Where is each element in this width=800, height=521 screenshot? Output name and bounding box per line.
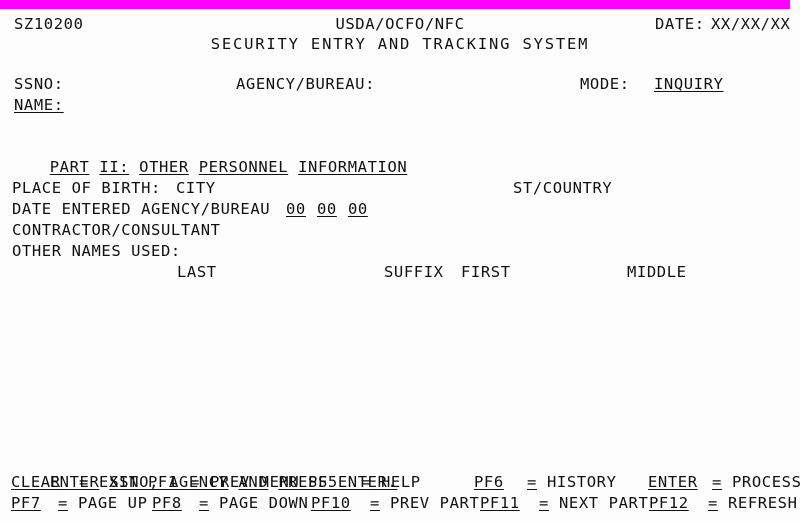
pfkey-pf12[interactable]: PF12 [649, 493, 689, 514]
pfkey-clear[interactable]: CLEAR [11, 472, 61, 493]
pfkey-pf5-action: HELP [381, 473, 421, 491]
column-header-middle: MIDDLE [627, 263, 687, 281]
date-value: XX/XX/XX [711, 15, 791, 33]
pfkey-pf12-equals: = [708, 494, 718, 512]
part-word-personnel: PERSONNEL [198, 158, 289, 176]
pfkey-enter-action: PROCESS [732, 473, 800, 491]
city-label: CITY [176, 179, 216, 197]
pfkey-pf1[interactable]: PF1 [148, 472, 178, 493]
pfkey-pf5-equals: = [361, 473, 371, 491]
pfkey-pf12-action: REFRESH [728, 494, 798, 512]
date-entered-month-input[interactable]: 00 [286, 199, 306, 220]
pfkey-pf1-action: PREV MENU [210, 473, 300, 491]
pfkey-pf5[interactable]: PF5 [308, 472, 338, 493]
mode-value[interactable]: INQUIRY [654, 74, 724, 95]
column-header-suffix: SUFFIX [384, 263, 444, 281]
pfkey-pf8[interactable]: PF8 [152, 493, 182, 514]
st-country-label: ST/COUNTRY [513, 179, 613, 197]
pfkey-pf11-equals: = [539, 494, 549, 512]
pfkey-pf6[interactable]: PF6 [474, 472, 504, 493]
agency-bureau-label: AGENCY/BUREAU: [236, 75, 376, 93]
pfkey-pf6-equals: = [527, 473, 537, 491]
magenta-title-bar [0, 0, 790, 9]
pfkey-pf8-equals: = [199, 494, 209, 512]
pfkey-pf7-equals: = [58, 494, 68, 512]
pfkey-pf8-action: PAGE DOWN [219, 494, 309, 512]
part-word-other: OTHER [139, 158, 189, 176]
date-label: DATE: [655, 15, 705, 33]
name-label: NAME: [14, 96, 64, 114]
pfkey-pf10-action: PREV PART [390, 494, 480, 512]
other-names-used-label: OTHER NAMES USED: [12, 242, 181, 260]
date-entered-day-input[interactable]: 00 [317, 199, 337, 220]
system-title: SECURITY ENTRY AND TRACKING SYSTEM [210, 35, 590, 53]
mode-label: MODE: [580, 75, 630, 93]
place-of-birth-label: PLACE OF BIRTH: [12, 179, 161, 197]
pfkey-pf6-action: HISTORY [547, 473, 617, 491]
part-word-part: PART [49, 158, 90, 176]
pfkey-clear-action: EXIT [99, 473, 139, 491]
pfkey-pf7[interactable]: PF7 [11, 493, 41, 514]
ssno-label: SSNO: [14, 75, 64, 93]
part-word-number: II: [99, 158, 130, 176]
pfkey-pf11-action: NEXT PART [559, 494, 649, 512]
pfkey-pf7-action: PAGE UP [78, 494, 148, 512]
contractor-consultant-label: CONTRACTOR/CONSULTANT [12, 221, 221, 239]
pfkey-enter[interactable]: ENTER [648, 472, 698, 493]
terminal-screen: SZ10200 USDA/OCFO/NFC DATE: XX/XX/XX SEC… [0, 0, 800, 521]
pfkey-enter-equals: = [712, 473, 722, 491]
column-header-first: FIRST [461, 263, 511, 281]
date-entered-year-input[interactable]: 00 [348, 199, 368, 220]
pfkey-pf1-equals: = [190, 473, 200, 491]
pfkey-pf11[interactable]: PF11 [480, 493, 520, 514]
pfkey-pf10[interactable]: PF10 [311, 493, 351, 514]
part-word-information: INFORMATION [298, 158, 408, 176]
pfkey-pf10-equals: = [370, 494, 380, 512]
pfkey-clear-equals: = [79, 473, 89, 491]
date-entered-label: DATE ENTERED AGENCY/BUREAU [12, 200, 271, 218]
column-header-last: LAST [177, 263, 217, 281]
